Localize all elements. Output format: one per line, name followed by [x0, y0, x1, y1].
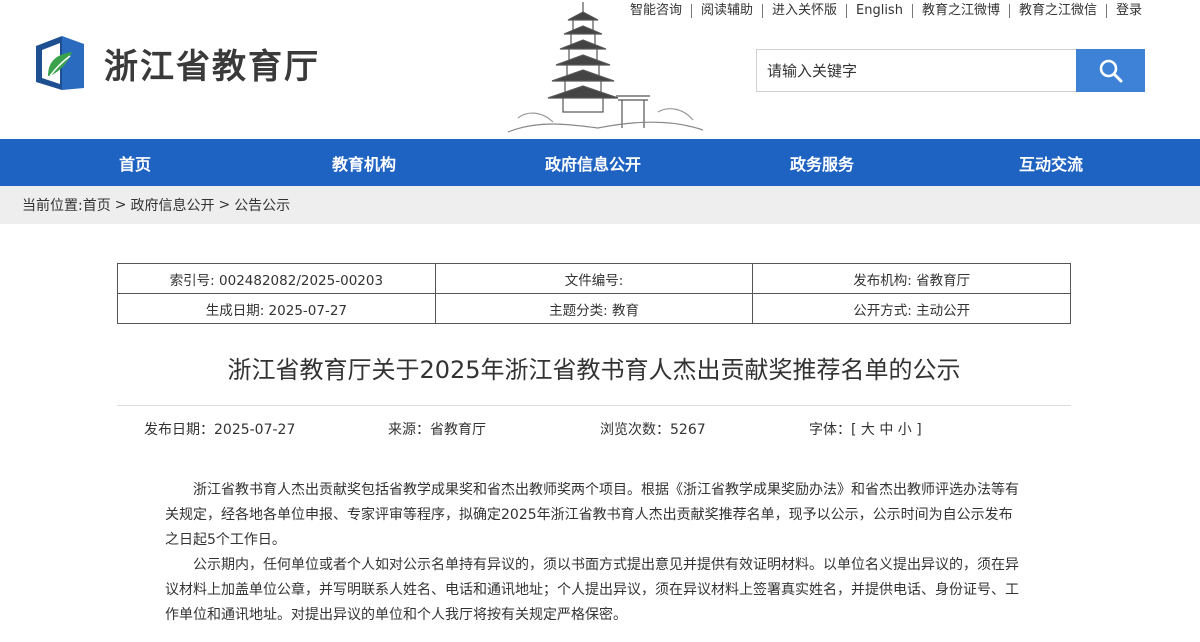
toplink-smart-consult[interactable]: 智能咨询 — [621, 4, 692, 18]
main-nav: 首页 教育机构 政府信息公开 政务服务 互动交流 — [0, 139, 1200, 186]
breadcrumb-sep: > — [114, 197, 127, 213]
article-source: 来源：省教育厅 — [388, 422, 486, 438]
article-paragraph: 浙江省教书育人杰出贡献奖包括省教学成果奖和省杰出教师奖两个项目。根据《浙江省教学… — [165, 482, 1019, 548]
site-name: 浙江省教育厅 — [104, 46, 320, 87]
site-header: 浙江省教育厅 智能咨询 阅读辅助 进入关怀版 English 教育之江微博 教育… — [0, 0, 1200, 139]
pagoda-illustration — [507, 2, 704, 133]
logo-icon — [36, 36, 84, 90]
toplink-english[interactable]: English — [847, 4, 913, 18]
meta-created: 生成日期: 2025-07-27 — [117, 293, 436, 324]
search-input[interactable] — [756, 49, 1076, 92]
top-links: 智能咨询 阅读辅助 进入关怀版 English 教育之江微博 教育之江微信 登录 — [621, 4, 1142, 18]
nav-institutions[interactable]: 教育机构 — [332, 151, 396, 175]
view-count: 浏览次数：5267 — [600, 422, 706, 438]
article-body: 浙江省教书育人杰出贡献奖包括省教学成果奖和省杰出教师奖两个项目。根据《浙江省教学… — [165, 478, 1025, 628]
meta-doc-no: 文件编号: — [434, 263, 754, 294]
nav-interaction[interactable]: 互动交流 — [1019, 151, 1083, 175]
meta-index-no: 索引号: 002482082/2025-00203 — [117, 263, 436, 294]
site-logo[interactable]: 浙江省教育厅 — [32, 32, 320, 94]
meta-disclosure: 公开方式: 主动公开 — [752, 293, 1071, 324]
meta-topic: 主题分类: 教育 — [434, 293, 754, 324]
nav-services[interactable]: 政务服务 — [790, 151, 854, 175]
toplink-weibo[interactable]: 教育之江微博 — [913, 4, 1010, 18]
nav-home[interactable]: 首页 — [119, 151, 151, 175]
toplink-login[interactable]: 登录 — [1107, 4, 1142, 18]
document-meta-table: 索引号: 002482082/2025-00203 文件编号: 发布机构: 省教… — [117, 263, 1071, 324]
nav-gov-info[interactable]: 政府信息公开 — [545, 151, 641, 175]
meta-publisher: 发布机构: 省教育厅 — [752, 263, 1071, 294]
toplink-care-version[interactable]: 进入关怀版 — [763, 4, 847, 18]
article-title: 浙江省教育厅关于2025年浙江省教书育人杰出贡献奖推荐名单的公示 — [227, 356, 961, 384]
font-size-control[interactable]: 字体：[ 大 中 小 ] — [809, 419, 922, 439]
breadcrumb-prefix: 当前位置: — [22, 198, 83, 214]
article-paragraph: 公示期内，任何单位或者个人如对公示名单持有异议的，须以书面方式提出意见并提供有效… — [165, 557, 1019, 623]
table-row: 生成日期: 2025-07-27 主题分类: 教育 公开方式: 主动公开 — [117, 293, 1071, 324]
breadcrumb-notice[interactable]: 公告公示 — [234, 195, 290, 215]
title-divider — [117, 405, 1071, 406]
toplink-wechat[interactable]: 教育之江微信 — [1010, 4, 1107, 18]
breadcrumb: 当前位置: 首页 > 政府信息公开 > 公告公示 — [0, 186, 1200, 224]
search-bar — [756, 49, 1145, 92]
toplink-reading-aid[interactable]: 阅读辅助 — [692, 4, 763, 18]
publish-date: 发布日期：2025-07-27 — [144, 422, 296, 438]
breadcrumb-sep: > — [218, 197, 231, 213]
search-icon — [1099, 59, 1122, 82]
search-button[interactable] — [1076, 49, 1145, 92]
breadcrumb-gov-info[interactable]: 政府信息公开 — [130, 195, 214, 215]
breadcrumb-home[interactable]: 首页 — [83, 195, 111, 215]
table-row: 索引号: 002482082/2025-00203 文件编号: 发布机构: 省教… — [117, 263, 1071, 294]
